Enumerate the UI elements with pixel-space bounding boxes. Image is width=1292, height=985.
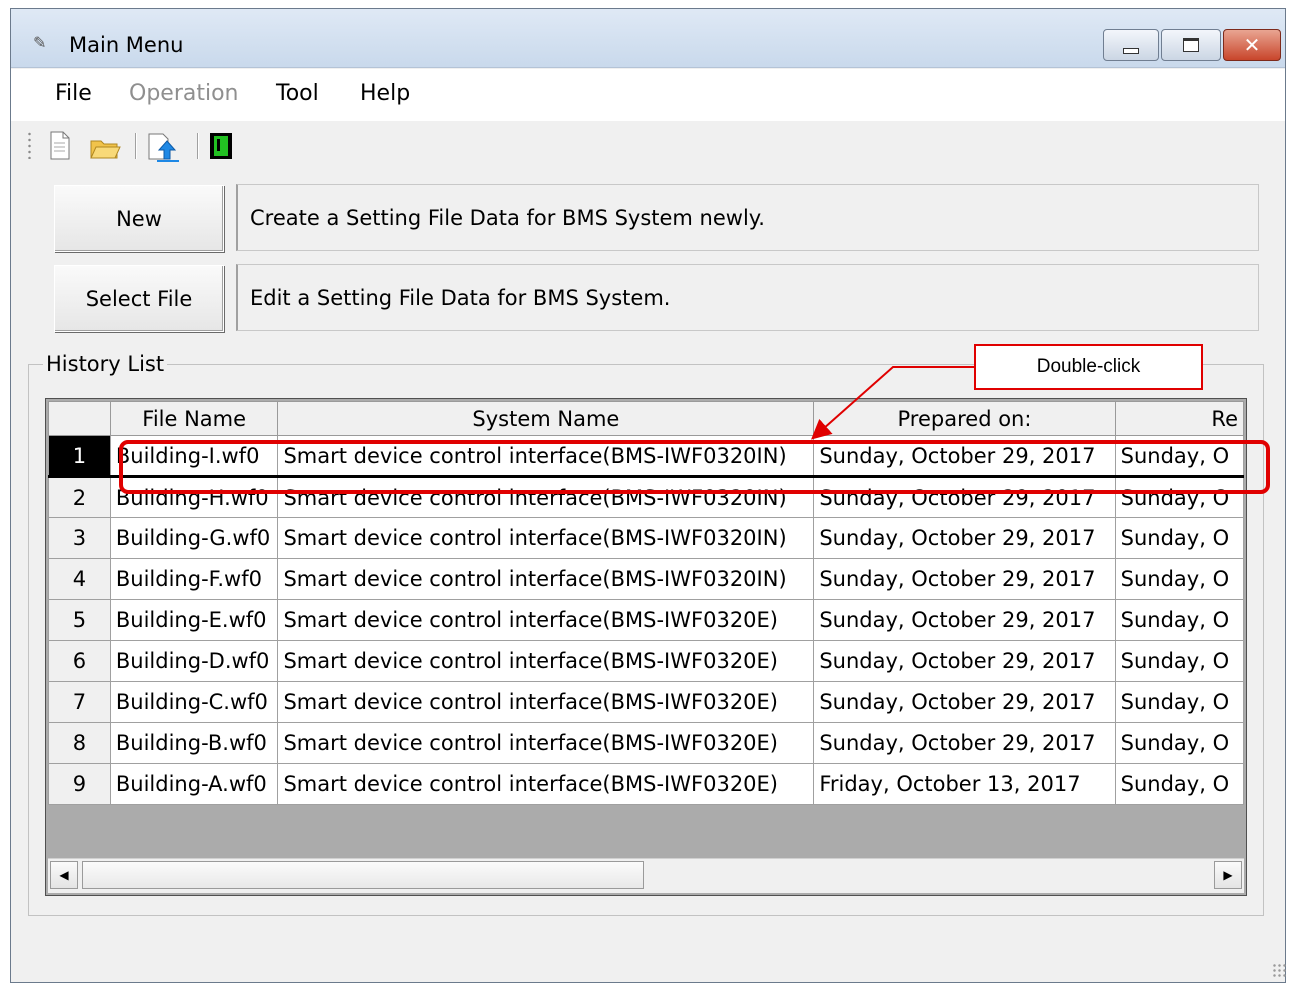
cell-re[interactable]: Sunday, O bbox=[1114, 517, 1244, 559]
new-file-icon[interactable] bbox=[45, 129, 75, 163]
header-row: File Name System Name Prepared on: Re bbox=[48, 401, 1244, 436]
column-header-file-name[interactable]: File Name bbox=[109, 401, 279, 436]
horizontal-scrollbar[interactable]: ◀ ▶ bbox=[48, 858, 1244, 893]
menu-file[interactable]: File bbox=[55, 81, 92, 106]
history-list-label: History List bbox=[43, 352, 168, 376]
cell-file-name[interactable]: Building-F.wf0 bbox=[109, 558, 279, 600]
cell-re[interactable]: Sunday, O bbox=[1114, 640, 1244, 682]
table-row[interactable]: 9 Building-A.wf0 Smart device control inte… bbox=[48, 763, 1244, 805]
row-header[interactable]: 7 bbox=[48, 681, 111, 723]
minimize-button[interactable] bbox=[1103, 29, 1159, 61]
cell-file-name[interactable]: Building-G.wf0 bbox=[109, 517, 279, 559]
cell-prepared-on[interactable]: Sunday, October 29, 2017 bbox=[813, 517, 1116, 559]
cell-system-name[interactable]: Smart device control interface(BMS-IWF03… bbox=[277, 558, 815, 600]
cell-re[interactable]: Sunday, O bbox=[1114, 558, 1244, 600]
left-arrow-icon: ◀ bbox=[59, 868, 69, 882]
new-description: Create a Setting File Data for BMS Syste… bbox=[236, 184, 1259, 251]
window-title: Main Menu bbox=[69, 33, 184, 57]
menu-tool[interactable]: Tool bbox=[276, 81, 319, 106]
table-row[interactable]: 5 Building-E.wf0 Smart device control inte… bbox=[48, 599, 1244, 641]
row-header[interactable]: 9 bbox=[48, 763, 111, 805]
cell-re[interactable]: Sunday, O bbox=[1114, 763, 1244, 805]
cell-prepared-on[interactable]: Sunday, October 29, 2017 bbox=[813, 681, 1116, 723]
minimize-icon bbox=[1123, 48, 1139, 54]
cell-file-name[interactable]: Building-D.wf0 bbox=[109, 640, 279, 682]
table-row[interactable]: 7 Building-C.wf0 Smart device control inte… bbox=[48, 681, 1244, 723]
cell-prepared-on[interactable]: Sunday, October 29, 2017 bbox=[813, 558, 1116, 600]
menu-help[interactable]: Help bbox=[360, 81, 410, 106]
cell-prepared-on[interactable]: Sunday, October 29, 2017 bbox=[813, 599, 1116, 641]
table-row[interactable]: 4 Building-F.wf0 Smart device control inte… bbox=[48, 558, 1244, 600]
select-file-button[interactable]: Select File bbox=[54, 265, 224, 332]
upload-icon[interactable] bbox=[145, 129, 179, 163]
menu-operation[interactable]: Operation bbox=[129, 81, 238, 106]
table-row[interactable]: 3 Building-G.wf0 Smart device control inte… bbox=[48, 517, 1244, 559]
toolbar-grip[interactable] bbox=[28, 131, 31, 159]
column-header-system-name[interactable]: System Name bbox=[277, 401, 815, 436]
maximize-button[interactable] bbox=[1161, 29, 1221, 61]
row-header[interactable]: 2 bbox=[48, 476, 111, 518]
double-click-callout: Double-click bbox=[974, 344, 1203, 390]
scroll-thumb[interactable] bbox=[82, 861, 644, 889]
cell-file-name[interactable]: Building-B.wf0 bbox=[109, 722, 279, 764]
cell-file-name[interactable]: Building-A.wf0 bbox=[109, 763, 279, 805]
cell-system-name[interactable]: Smart device control interface(BMS-IWF03… bbox=[277, 517, 815, 559]
row-header[interactable]: 5 bbox=[48, 599, 111, 641]
cell-file-name[interactable]: Building-C.wf0 bbox=[109, 681, 279, 723]
column-header-re[interactable]: Re bbox=[1114, 401, 1244, 436]
green-terminal-icon[interactable] bbox=[207, 129, 237, 163]
cell-prepared-on[interactable]: Sunday, October 29, 2017 bbox=[813, 640, 1116, 682]
scroll-right-button[interactable]: ▶ bbox=[1214, 861, 1242, 889]
cell-prepared-on[interactable]: Friday, October 13, 2017 bbox=[813, 763, 1116, 805]
menu-bar: File Operation Tool Help bbox=[11, 69, 1285, 121]
resize-grip[interactable] bbox=[1272, 963, 1288, 979]
app-icon: ✎ bbox=[33, 33, 47, 52]
column-header-prepared-on[interactable]: Prepared on: bbox=[813, 401, 1116, 436]
cell-system-name[interactable]: Smart device control interface(BMS-IWF03… bbox=[277, 722, 815, 764]
selected-row-highlight bbox=[119, 440, 1270, 494]
row-header[interactable]: 1 bbox=[48, 435, 111, 478]
new-button[interactable]: New bbox=[54, 185, 224, 252]
maximize-icon bbox=[1183, 38, 1199, 52]
toolbar-separator bbox=[135, 133, 137, 159]
table-row[interactable]: 6 Building-D.wf0 Smart device control inte… bbox=[48, 640, 1244, 682]
cell-re[interactable]: Sunday, O bbox=[1114, 681, 1244, 723]
cell-system-name[interactable]: Smart device control interface(BMS-IWF03… bbox=[277, 599, 815, 641]
corner-header bbox=[48, 401, 111, 436]
title-bar[interactable]: ✎ Main Menu ✕ bbox=[11, 9, 1285, 68]
cell-system-name[interactable]: Smart device control interface(BMS-IWF03… bbox=[277, 763, 815, 805]
close-icon: ✕ bbox=[1243, 33, 1261, 57]
cell-system-name[interactable]: Smart device control interface(BMS-IWF03… bbox=[277, 681, 815, 723]
open-folder-icon[interactable] bbox=[88, 129, 121, 163]
select-file-description: Edit a Setting File Data for BMS System. bbox=[236, 264, 1259, 331]
right-arrow-icon: ▶ bbox=[1223, 868, 1233, 882]
row-header[interactable]: 4 bbox=[48, 558, 111, 600]
table-row[interactable]: 8 Building-B.wf0 Smart device control inte… bbox=[48, 722, 1244, 764]
toolbar-separator bbox=[197, 133, 199, 159]
cell-re[interactable]: Sunday, O bbox=[1114, 599, 1244, 641]
cell-file-name[interactable]: Building-E.wf0 bbox=[109, 599, 279, 641]
cell-prepared-on[interactable]: Sunday, October 29, 2017 bbox=[813, 722, 1116, 764]
row-header[interactable]: 6 bbox=[48, 640, 111, 682]
cell-re[interactable]: Sunday, O bbox=[1114, 722, 1244, 764]
cell-system-name[interactable]: Smart device control interface(BMS-IWF03… bbox=[277, 640, 815, 682]
close-button[interactable]: ✕ bbox=[1223, 29, 1281, 61]
row-header[interactable]: 3 bbox=[48, 517, 111, 559]
row-header[interactable]: 8 bbox=[48, 722, 111, 764]
toolbar bbox=[11, 121, 1285, 171]
scroll-left-button[interactable]: ◀ bbox=[50, 861, 78, 889]
